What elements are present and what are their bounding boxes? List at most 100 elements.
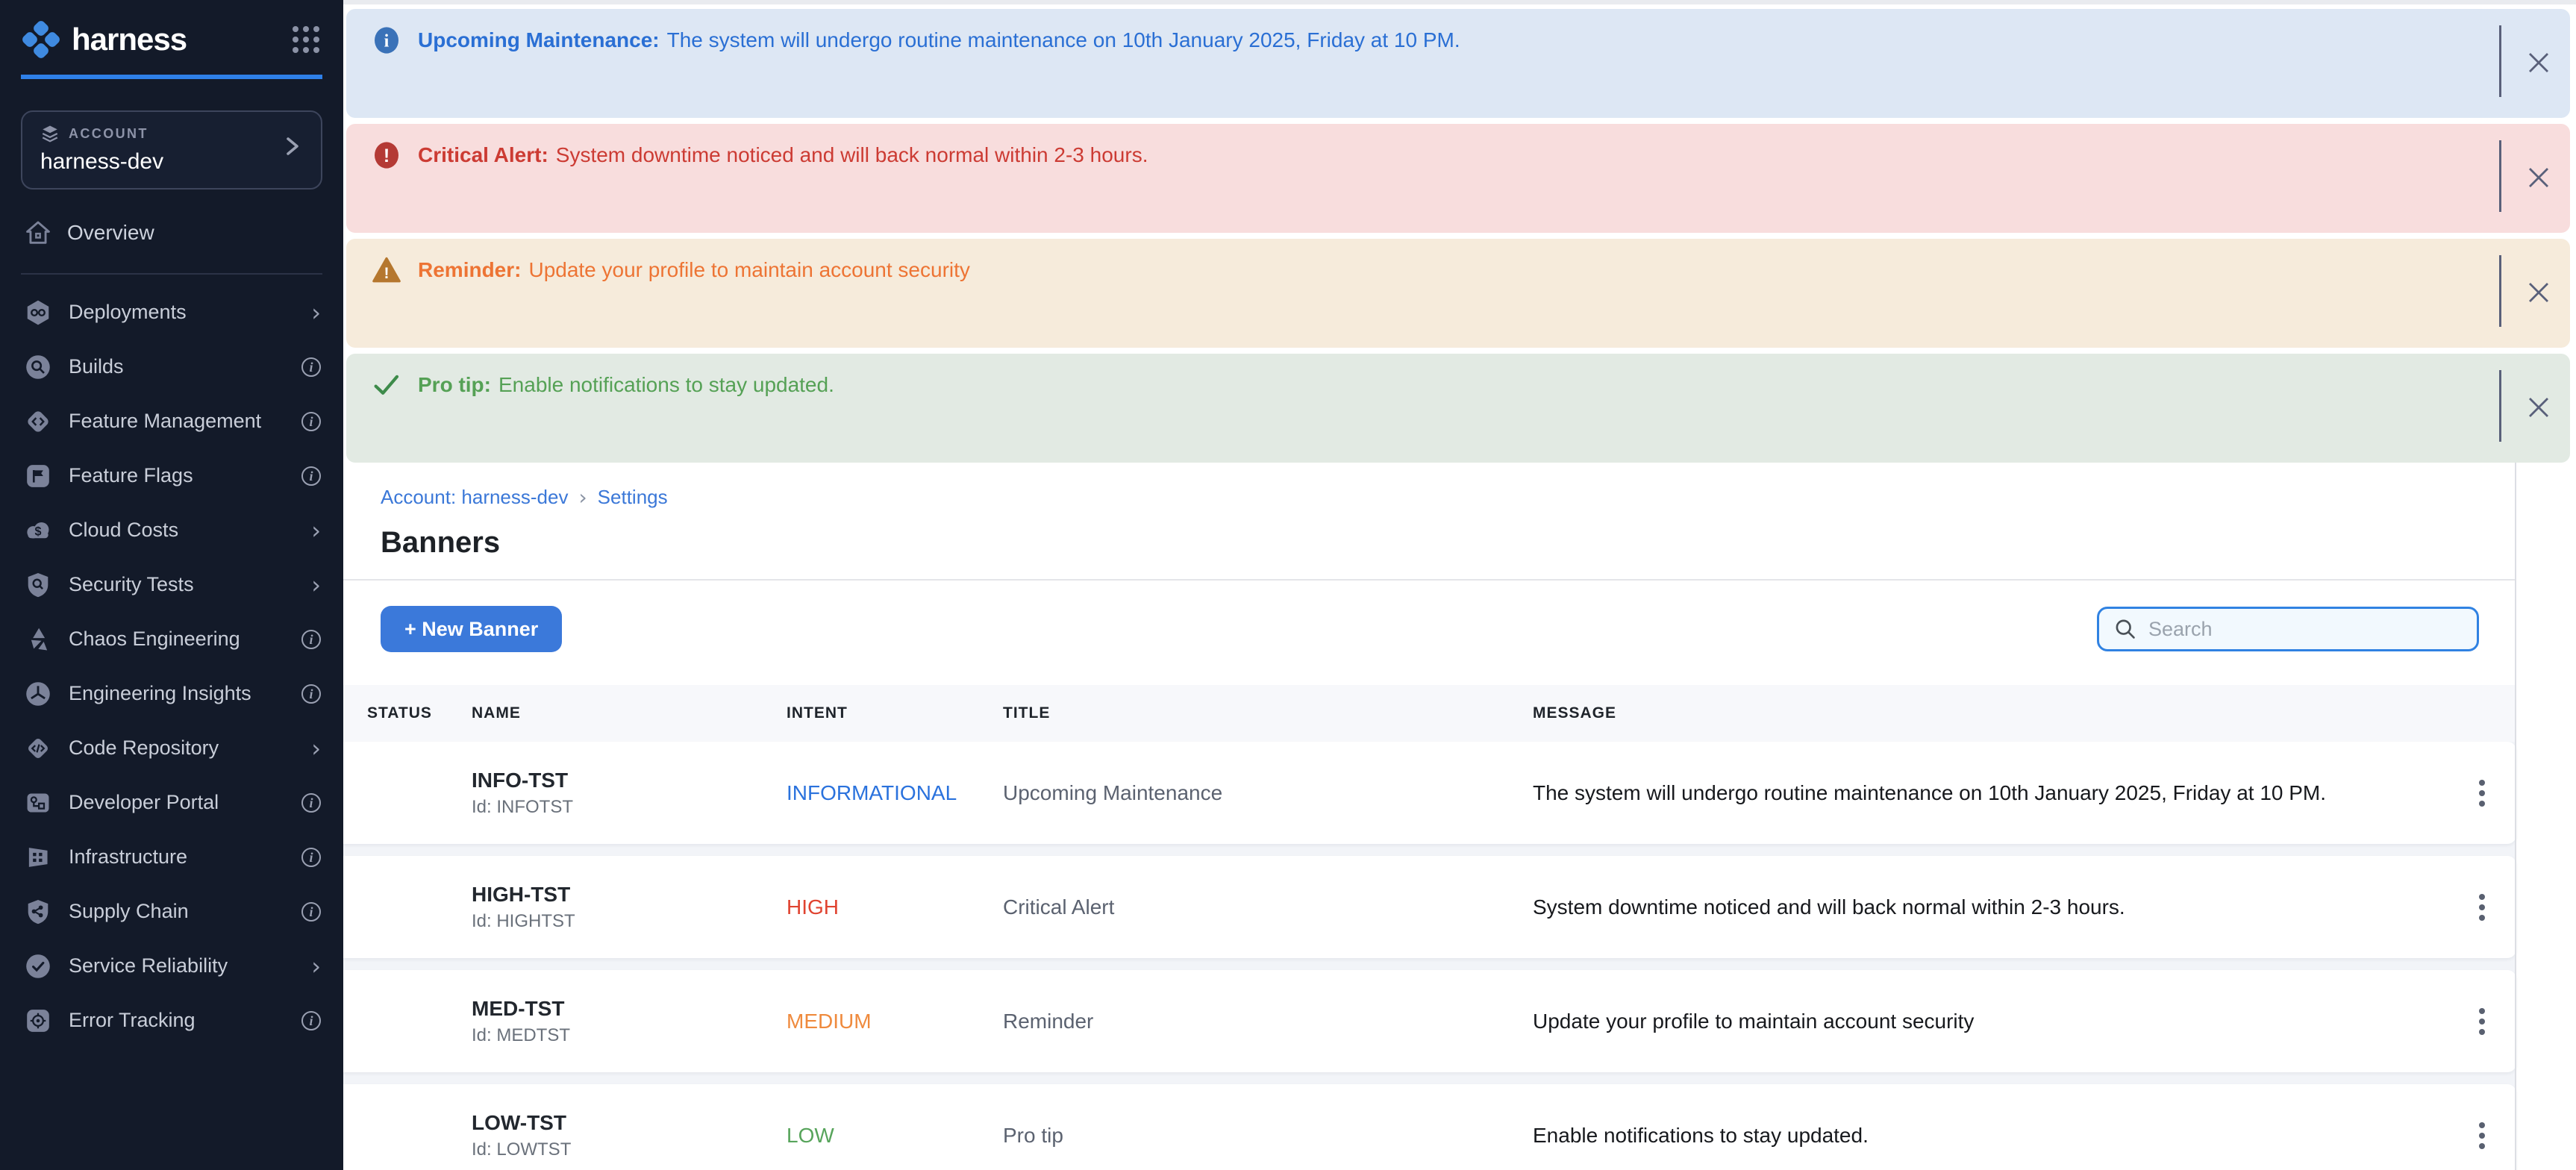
infrastructure-icon	[24, 843, 52, 872]
new-banner-button[interactable]: + New Banner	[381, 606, 562, 652]
sidebar-item-overview[interactable]: Overview	[0, 215, 343, 251]
close-icon[interactable]	[2527, 51, 2551, 75]
svg-text:$: $	[35, 525, 42, 538]
cloud-costs-icon: $	[24, 516, 52, 545]
close-icon[interactable]	[2527, 281, 2551, 304]
search-box	[2097, 607, 2479, 651]
svg-text:i: i	[384, 31, 390, 51]
layers-icon	[40, 124, 60, 143]
sidebar-item-engineering-insights[interactable]: Engineering Insights i	[0, 666, 343, 721]
banner-id: Id: MEDTST	[472, 1025, 787, 1046]
feature-flags-icon	[24, 462, 52, 490]
sidebar-nav: Deployments › Builds i Feature Managemen…	[0, 275, 343, 1048]
harness-logo-icon	[21, 19, 61, 60]
table-header-row: STATUS NAME INTENT TITLE MESSAGE	[343, 685, 2516, 742]
sidebar-item-feature-flags[interactable]: Feature Flags i	[0, 448, 343, 503]
logo-text: harness	[72, 22, 187, 57]
title-value: Upcoming Maintenance	[1003, 781, 1533, 805]
svg-text:!: !	[384, 265, 390, 282]
row-menu-icon[interactable]	[2473, 888, 2491, 927]
alert-circle-icon: !	[372, 140, 401, 170]
banner-name: MED-TST	[472, 997, 787, 1021]
table-body: INFO-TST Id: INFOTST INFORMATIONAL Upcom…	[343, 742, 2516, 1170]
sidebar-item-service-reliability[interactable]: Service Reliability ›	[0, 939, 343, 993]
sidebar-item-label: Overview	[67, 221, 154, 245]
info-icon: i	[301, 466, 321, 486]
chevron-right-icon: ›	[311, 301, 321, 325]
toolbar: + New Banner	[343, 581, 2576, 673]
banner-label: Critical Alert:	[418, 143, 548, 166]
info-icon: i	[301, 1011, 321, 1030]
intent-value: INFORMATIONAL	[787, 781, 1003, 805]
code-repository-icon	[24, 734, 52, 763]
sidebar-item-infrastructure[interactable]: Infrastructure i	[0, 830, 343, 884]
sidebar-item-code-repository[interactable]: Code Repository ›	[0, 721, 343, 775]
chevron-right-icon	[282, 134, 303, 164]
chevron-right-icon: ›	[311, 736, 321, 760]
close-icon[interactable]	[2527, 395, 2551, 419]
breadcrumb-settings-link[interactable]: Settings	[598, 486, 668, 509]
security-tests-icon	[24, 571, 52, 599]
row-menu-icon[interactable]	[2473, 1002, 2491, 1041]
deployments-icon	[24, 298, 52, 327]
apps-grid-icon[interactable]	[293, 26, 319, 53]
sidebar: harness ACCOUNT harness-dev Overview	[0, 0, 343, 1170]
banner-informational: i Upcoming Maintenance:The system will u…	[346, 9, 2570, 118]
intent-value: LOW	[787, 1124, 1003, 1148]
service-reliability-icon	[24, 952, 52, 980]
column-header-name: NAME	[472, 704, 787, 722]
breadcrumb: Account: harness-dev › Settings	[381, 485, 2539, 510]
intent-value: HIGH	[787, 895, 1003, 919]
search-icon	[2114, 618, 2136, 640]
sidebar-item-builds[interactable]: Builds i	[0, 340, 343, 394]
svg-text:!: !	[384, 146, 390, 166]
sidebar-item-deployments[interactable]: Deployments ›	[0, 285, 343, 340]
breadcrumb-account-link[interactable]: Account: harness-dev	[381, 486, 568, 509]
sidebar-item-supply-chain[interactable]: Supply Chain i	[0, 884, 343, 939]
page-title: Banners	[381, 526, 2539, 579]
chevron-right-icon: ›	[311, 519, 321, 542]
intent-value: MEDIUM	[787, 1010, 1003, 1033]
check-icon	[372, 370, 401, 400]
supply-chain-icon	[24, 898, 52, 926]
sidebar-item-security-tests[interactable]: Security Tests ›	[0, 557, 343, 612]
account-selector[interactable]: ACCOUNT harness-dev	[21, 110, 322, 190]
banner-label: Pro tip:	[418, 373, 491, 396]
search-input[interactable]	[2148, 618, 2462, 641]
message-value: Update your profile to maintain account …	[1533, 1010, 2448, 1033]
column-header-title: TITLE	[1003, 704, 1533, 722]
sidebar-item-error-tracking[interactable]: Error Tracking i	[0, 993, 343, 1048]
banner-close-divider	[2499, 25, 2501, 97]
account-name: harness-dev	[40, 149, 163, 175]
sidebar-item-cloud-costs[interactable]: $ Cloud Costs ›	[0, 503, 343, 557]
row-menu-icon[interactable]	[2473, 774, 2491, 813]
home-icon	[24, 219, 52, 247]
chevron-right-icon: ›	[311, 954, 321, 978]
breadcrumb-separator-icon: ›	[578, 485, 587, 510]
info-icon: i	[301, 684, 321, 704]
sidebar-item-feature-management[interactable]: Feature Management i	[0, 394, 343, 448]
table-row: INFO-TST Id: INFOTST INFORMATIONAL Upcom…	[343, 742, 2516, 844]
sidebar-item-chaos-engineering[interactable]: Chaos Engineering i	[0, 612, 343, 666]
close-icon[interactable]	[2527, 166, 2551, 190]
warning-triangle-icon: !	[372, 255, 401, 285]
info-icon: i	[301, 848, 321, 867]
banner-pro-tip: Pro tip: Enable notifications to stay upd…	[346, 354, 2570, 463]
banner-critical: ! Critical Alert: System downtime noticed…	[346, 124, 2570, 233]
banner-id: Id: INFOTST	[472, 797, 787, 818]
table-row: LOW-TST Id: LOWTST LOW Pro tip Enable no…	[343, 1084, 2516, 1170]
row-menu-icon[interactable]	[2473, 1116, 2491, 1155]
info-icon: i	[301, 902, 321, 922]
sidebar-item-developer-portal[interactable]: Developer Portal i	[0, 775, 343, 830]
page-header: Account: harness-dev › Settings Banners	[343, 469, 2576, 579]
banner-message: Enable notifications to stay updated.	[498, 373, 834, 396]
banner-id: Id: LOWTST	[472, 1139, 787, 1160]
table-row: MED-TST Id: MEDTST MEDIUM Reminder Updat…	[343, 970, 2516, 1072]
banner-label: Upcoming Maintenance:	[418, 28, 660, 51]
banner-message: System downtime noticed and will back no…	[556, 143, 1148, 166]
banner-name: LOW-TST	[472, 1111, 787, 1135]
app-window: harness ACCOUNT harness-dev Overview	[0, 0, 2576, 1170]
banner-label: Reminder:	[418, 258, 521, 281]
banners-table: STATUS NAME INTENT TITLE MESSAGE INFO-TS…	[343, 685, 2576, 1170]
main-content: i Upcoming Maintenance:The system will u…	[343, 0, 2576, 1170]
